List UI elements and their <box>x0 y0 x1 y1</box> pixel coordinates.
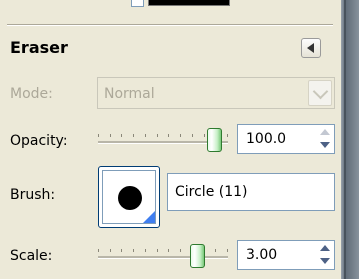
scale-slider-thumb[interactable] <box>190 244 205 268</box>
slider-tick <box>145 249 146 252</box>
slider-tick <box>227 249 228 252</box>
opacity-spinbox[interactable]: 100.0 <box>237 124 335 154</box>
restore-button[interactable] <box>301 38 321 58</box>
mode-label: Mode: <box>10 86 53 102</box>
slider-tick <box>215 249 216 252</box>
triangle-down-icon[interactable] <box>317 255 333 268</box>
slider-tick <box>110 134 111 137</box>
opacity-spin-buttons[interactable] <box>317 126 333 152</box>
top-strip <box>0 0 340 8</box>
brush-selector-button[interactable] <box>98 166 160 228</box>
slider-tick <box>168 249 169 252</box>
brush-name-text: Circle (11) <box>175 184 248 200</box>
slider-tick <box>180 134 181 137</box>
corner-arrow-icon <box>143 211 155 223</box>
brush-circle-icon <box>118 186 142 210</box>
scale-value[interactable]: 3.00 <box>246 247 277 263</box>
scale-spin-buttons[interactable] <box>317 242 333 268</box>
opacity-label: Opacity: <box>10 133 68 149</box>
separator <box>7 24 333 26</box>
slider-tick <box>180 249 181 252</box>
slider-tick <box>133 134 134 137</box>
color-swatch[interactable] <box>148 0 230 6</box>
triangle-up-icon[interactable] <box>317 126 333 139</box>
panel-title: Eraser <box>10 38 68 57</box>
slider-tick <box>98 249 99 252</box>
slider-tick <box>145 134 146 137</box>
brush-label: Brush: <box>10 187 56 203</box>
slider-tick <box>192 134 193 137</box>
scale-spinbox[interactable]: 3.00 <box>237 240 335 270</box>
scale-label: Scale: <box>10 248 53 264</box>
triangle-left-icon <box>307 43 314 53</box>
mode-combo: Normal <box>97 77 335 109</box>
canvas-edge <box>341 0 359 279</box>
slider-tick <box>227 134 228 137</box>
mode-value: Normal <box>104 86 155 102</box>
slider-tick <box>168 134 169 137</box>
checkbox[interactable] <box>131 0 144 7</box>
opacity-slider-thumb[interactable] <box>207 128 222 152</box>
slider-tick <box>204 134 205 137</box>
chevron-down-icon <box>308 80 332 106</box>
brush-name-field[interactable]: Circle (11) <box>167 173 335 211</box>
slider-tick <box>98 134 99 137</box>
slider-tick <box>121 134 122 137</box>
slider-tick <box>110 249 111 252</box>
slider-tick <box>133 249 134 252</box>
brush-preview <box>102 170 156 224</box>
triangle-up-icon[interactable] <box>317 242 333 255</box>
opacity-value[interactable]: 100.0 <box>246 131 286 147</box>
slider-tick <box>157 134 158 137</box>
triangle-down-icon[interactable] <box>317 139 333 152</box>
slider-tick <box>121 249 122 252</box>
scale-slider-track[interactable] <box>98 256 228 259</box>
slider-tick <box>157 249 158 252</box>
